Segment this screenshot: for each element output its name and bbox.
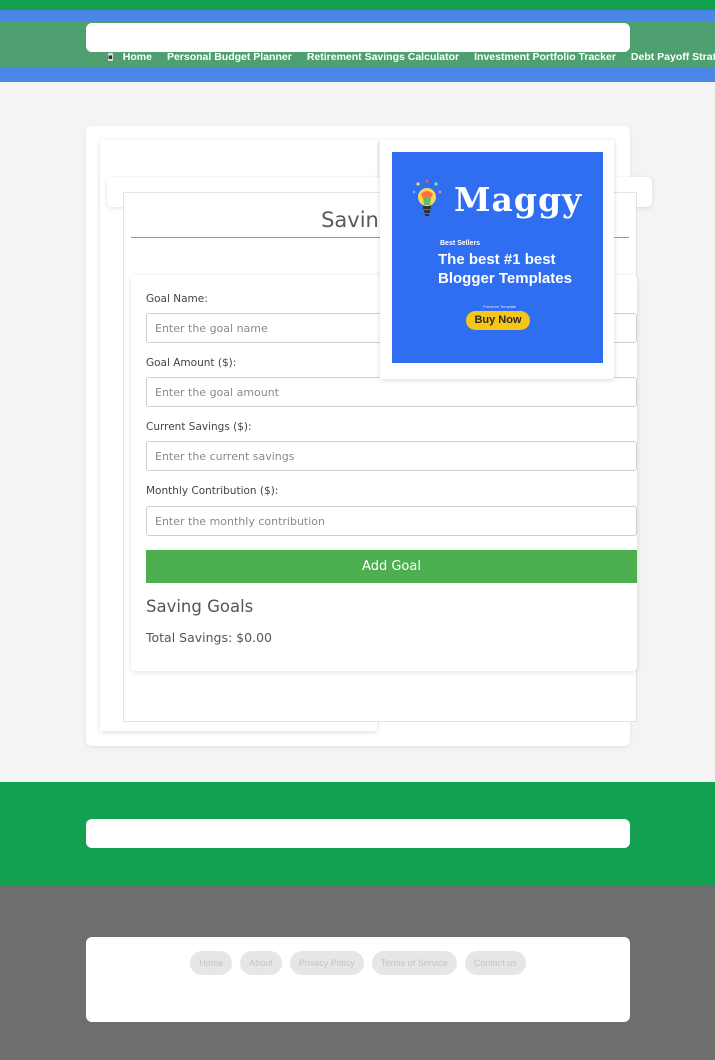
current-savings-input[interactable] [146,441,637,471]
goal-amount-input[interactable] [146,377,637,407]
saving-goals-heading: Saving Goals [146,597,254,616]
ad-small-label: Best Sellers [440,240,481,247]
green-section-box [86,819,630,848]
footer-links: Home About Privacy Policy Terms of Servi… [86,951,630,975]
goal-amount-label: Goal Amount ($): [146,357,237,369]
header-top-strip [0,0,715,10]
footer-link-privacy-policy[interactable]: Privacy Policy [289,951,364,975]
lightbulb-icon [412,179,442,216]
ad-headline: The best #1 best Blogger Templates [438,251,572,287]
current-savings-label: Current Savings ($): [146,421,252,433]
home-square-icon[interactable]: ▪ [108,53,113,61]
footer-card [86,937,630,1022]
total-savings-text: Total Savings: $0.00 [146,630,272,645]
footer-link-terms-of-service[interactable]: Terms of Service [371,951,457,975]
footer-link-about[interactable]: About [240,951,282,975]
add-goal-button[interactable]: Add Goal [146,550,637,583]
footer-link-contact-us[interactable]: Contact us [464,951,526,975]
nav-item-retirement-savings-calculator[interactable]: Retirement Savings Calculator [307,51,459,63]
monthly-contribution-label: Monthly Contribution ($): [146,485,279,497]
nav-item-personal-budget-planner[interactable]: Personal Budget Planner [167,51,292,63]
nav-item-investment-portfolio-tracker[interactable]: Investment Portfolio Tracker [474,51,616,63]
goal-name-label: Goal Name: [146,293,208,305]
ad-buy-now-button[interactable]: Buy Now [466,311,530,330]
footer-link-home[interactable]: Home [190,951,233,975]
monthly-contribution-input[interactable] [146,506,637,536]
ad-brand: Maggy [454,180,583,219]
main-nav: ▪ Home Personal Budget Planner Retiremen… [108,49,715,65]
nav-item-home[interactable]: Home [123,51,152,63]
header-search-bar[interactable] [86,23,630,52]
nav-item-debt-payoff-strategy[interactable]: Debt Payoff Strategy [631,51,715,63]
ad-tiny-label: Premium Template [483,304,517,309]
